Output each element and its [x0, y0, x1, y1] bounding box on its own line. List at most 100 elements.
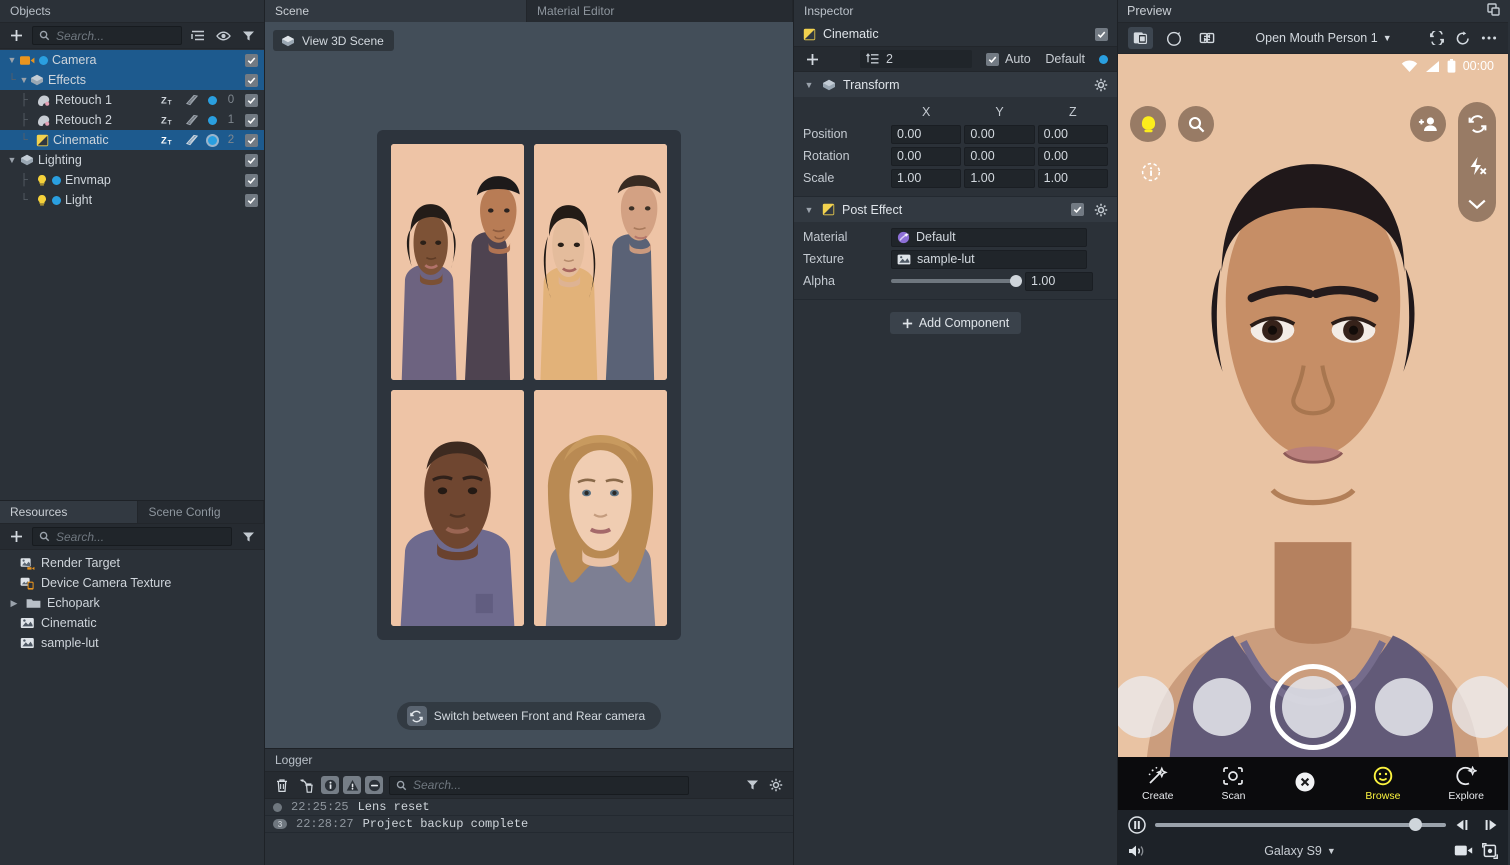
- lens-carousel-item-active[interactable]: [1282, 676, 1344, 738]
- scale-x-input[interactable]: 1.00: [891, 168, 962, 188]
- add-friend-icon-wrap[interactable]: [1410, 106, 1446, 142]
- refresh-icon[interactable]: [1428, 29, 1446, 47]
- logger-entry[interactable]: 3 22:28:27 Project backup complete: [265, 816, 793, 833]
- device-preview[interactable]: 00:00 Create Scan Browse Explore: [1118, 54, 1508, 810]
- lens-carousel[interactable]: [1118, 664, 1508, 750]
- component-dot[interactable]: [208, 135, 217, 145]
- objects-search-input[interactable]: Search...: [32, 26, 182, 45]
- playback-slider[interactable]: [1155, 817, 1446, 831]
- lens-carousel-item[interactable]: [1452, 676, 1508, 738]
- resource-item-cinematic[interactable]: Cinematic: [0, 613, 264, 633]
- texture-input[interactable]: sample-lut: [891, 249, 1087, 269]
- alpha-slider-knob[interactable]: [1010, 275, 1022, 287]
- tree-item-effects[interactable]: └ ▼ Effects: [0, 70, 264, 90]
- record-video-icon[interactable]: [1454, 844, 1473, 857]
- default-indicator-dot[interactable]: [1099, 54, 1108, 64]
- shutter-button[interactable]: [1270, 664, 1356, 750]
- visibility-checkbox[interactable]: [245, 133, 258, 147]
- error-filter-toggle[interactable]: [365, 776, 383, 794]
- visibility-checkbox[interactable]: [245, 73, 258, 87]
- visibility-checkbox[interactable]: [245, 113, 258, 127]
- zsort-icon[interactable]: ZT: [161, 134, 176, 146]
- lens-carousel-item[interactable]: [1118, 676, 1174, 738]
- switch-camera-button[interactable]: Switch between Front and Rear camera: [396, 702, 662, 730]
- chevron-right-icon[interactable]: ▶: [8, 598, 20, 609]
- tree-item-envmap[interactable]: ├ Envmap: [0, 170, 264, 190]
- filter-icon[interactable]: [239, 27, 257, 45]
- lens-selector[interactable]: Open Mouth Person 1 ▼: [1227, 31, 1420, 45]
- resources-search-input[interactable]: Search...: [32, 527, 232, 546]
- volume-icon[interactable]: [1128, 844, 1146, 858]
- visibility-checkbox[interactable]: [245, 93, 258, 107]
- gear-icon[interactable]: [1094, 78, 1108, 92]
- zsort-icon[interactable]: ZT: [161, 94, 176, 106]
- resource-item-render-target[interactable]: Render Target: [0, 553, 264, 573]
- scale-z-input[interactable]: 1.00: [1037, 168, 1108, 188]
- zsort-icon[interactable]: ZT: [161, 114, 176, 126]
- position-z-input[interactable]: 0.00: [1037, 124, 1108, 144]
- tab-material-editor[interactable]: Material Editor: [527, 0, 793, 22]
- lens-icon-wrap[interactable]: [1130, 106, 1166, 142]
- resource-item-echopark[interactable]: ▶ Echopark: [0, 593, 264, 613]
- device-preview-icon[interactable]: [1128, 27, 1153, 49]
- add-component-button[interactable]: Add Component: [889, 312, 1022, 334]
- gear-icon[interactable]: [1094, 203, 1108, 217]
- position-y-input[interactable]: 0.00: [964, 124, 1035, 144]
- nav-item-browse[interactable]: Browse: [1365, 766, 1400, 802]
- object-enabled-checkbox[interactable]: [1095, 27, 1108, 41]
- scene-viewport[interactable]: View 3D Scene Switch between Front and R…: [265, 22, 793, 748]
- tree-item-lighting[interactable]: ▼ Lighting: [0, 150, 264, 170]
- chevron-down-icon[interactable]: ▼: [803, 80, 815, 90]
- tree-item-retouch-1[interactable]: ├ Retouch 1 ZT 0: [0, 90, 264, 110]
- tab-scene[interactable]: Scene: [265, 0, 527, 22]
- warning-filter-toggle[interactable]: [343, 776, 361, 794]
- visibility-checkbox[interactable]: [245, 193, 258, 207]
- more-icon[interactable]: [1480, 29, 1498, 47]
- shader-icon[interactable]: [185, 94, 199, 106]
- tree-item-cinematic[interactable]: └ Cinematic ZT 2: [0, 130, 264, 150]
- filter-icon[interactable]: [743, 776, 761, 794]
- visibility-checkbox[interactable]: [245, 173, 258, 187]
- tree-item-retouch-2[interactable]: ├ Retouch 2 ZT 1: [0, 110, 264, 130]
- nav-item-close[interactable]: [1293, 770, 1317, 798]
- shader-icon[interactable]: [185, 134, 199, 146]
- list-options-icon[interactable]: [189, 27, 207, 45]
- logger-entry[interactable]: 22:25:25 Lens reset: [265, 799, 793, 816]
- alpha-slider[interactable]: [891, 272, 1022, 291]
- rotate-icon[interactable]: [1454, 29, 1472, 47]
- lens-carousel-item[interactable]: [1193, 678, 1251, 736]
- gear-icon[interactable]: [767, 776, 785, 794]
- layer-order-field[interactable]: 2: [860, 50, 972, 68]
- post-effect-enabled-checkbox[interactable]: [1071, 203, 1084, 216]
- nav-item-create[interactable]: Create: [1142, 765, 1174, 802]
- tree-item-light[interactable]: └ Light: [0, 190, 264, 210]
- pause-button[interactable]: [1128, 815, 1146, 834]
- playback-slider-knob[interactable]: [1409, 817, 1422, 831]
- auto-checkbox[interactable]: [986, 52, 999, 66]
- component-dot[interactable]: [208, 95, 217, 105]
- scale-y-input[interactable]: 1.00: [964, 168, 1035, 188]
- rotation-y-input[interactable]: 0.00: [964, 146, 1035, 166]
- rotation-x-input[interactable]: 0.00: [891, 146, 962, 166]
- filter-icon[interactable]: [239, 528, 257, 546]
- step-forward-button[interactable]: [1481, 819, 1498, 831]
- add-icon[interactable]: [7, 27, 25, 45]
- flash-off-icon[interactable]: [1466, 156, 1488, 176]
- screenshot-icon[interactable]: [1482, 842, 1498, 859]
- tab-scene-config[interactable]: Scene Config: [138, 501, 264, 523]
- tree-item-camera[interactable]: ▼ Camera: [0, 50, 264, 70]
- material-input[interactable]: Default: [891, 227, 1087, 247]
- camera-rail[interactable]: [1458, 102, 1496, 222]
- add-component-icon[interactable]: [803, 50, 821, 68]
- info-button[interactable]: [1141, 162, 1161, 185]
- chevron-down-icon[interactable]: ▼: [18, 75, 30, 85]
- nav-item-explore[interactable]: Explore: [1448, 765, 1484, 802]
- visibility-checkbox[interactable]: [245, 153, 258, 167]
- search-button[interactable]: [1178, 106, 1214, 142]
- add-friend-button[interactable]: [1410, 106, 1446, 142]
- chevron-down-icon[interactable]: [1467, 198, 1487, 210]
- component-dot[interactable]: [208, 115, 217, 125]
- post-effect-section-header[interactable]: ▼ Post Effect: [794, 197, 1117, 222]
- chevron-down-icon[interactable]: ▼: [803, 205, 815, 215]
- lens-button[interactable]: [1130, 106, 1166, 142]
